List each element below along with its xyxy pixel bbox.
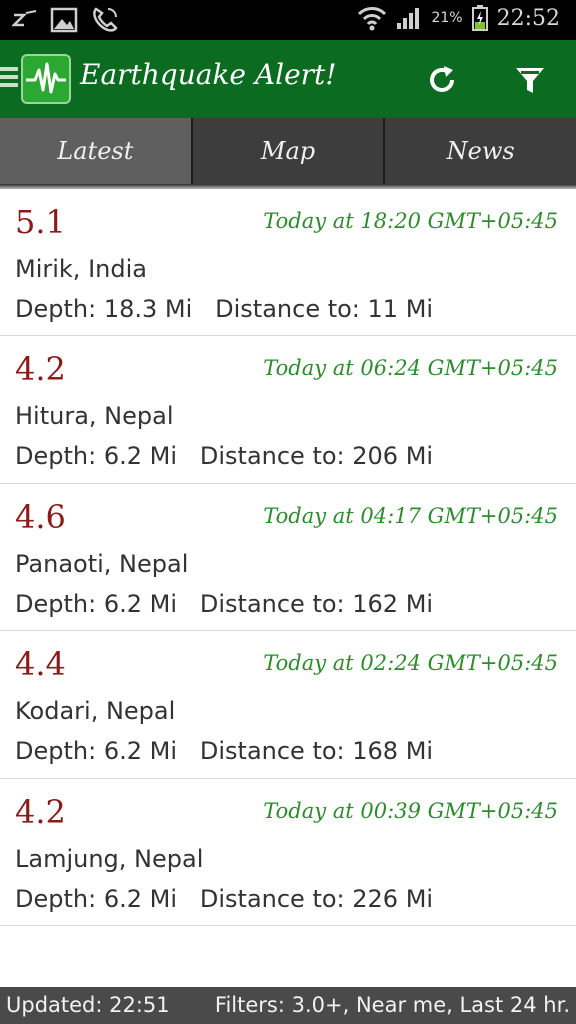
status-footer: Updated: 22:51 Filters: 3.0+, Near me, L… (0, 987, 576, 1024)
list-item[interactable]: 4.2 Today at 00:39 GMT+05:45 Lamjung, Ne… (0, 779, 576, 926)
tab-map[interactable]: Map (193, 118, 386, 184)
filter-icon[interactable] (512, 62, 548, 98)
clock: 22:52 (496, 5, 560, 31)
list-item[interactable]: 4.6 Today at 04:17 GMT+05:45 Panaoti, Ne… (0, 484, 576, 632)
location: Panaoti, Nepal (15, 549, 189, 578)
menu-icon[interactable] (0, 67, 18, 91)
magnitude: 4.2 (15, 792, 66, 831)
earthquake-list: 5.1 Today at 18:20 GMT+05:45 Mirik, Indi… (0, 189, 576, 926)
depth-distance: Depth: 6.2 Mi Distance to: 168 Mi (15, 737, 434, 766)
event-time: Today at 02:24 GMT+05:45 (263, 651, 558, 676)
depth-distance: Depth: 6.2 Mi Distance to: 226 Mi (15, 884, 434, 913)
active-filters: Filters: 3.0+, Near me, Last 24 hr. (214, 993, 570, 1017)
battery-percent: 21% (431, 10, 463, 26)
magnitude: 4.2 (15, 350, 66, 389)
magnitude: 4.4 (15, 645, 66, 684)
location: Hitura, Nepal (15, 402, 174, 431)
battery-charging-icon (471, 5, 488, 31)
event-time: Today at 18:20 GMT+05:45 (263, 209, 558, 233)
signal-icon (397, 8, 420, 29)
tab-latest[interactable]: Latest (0, 118, 193, 184)
location: Mirik, India (15, 255, 147, 283)
wifi-icon (358, 7, 387, 31)
call-icon (93, 7, 118, 32)
gallery-icon (50, 7, 78, 33)
updated-time: Updated: 22:51 (6, 993, 170, 1017)
missed-call-icon (12, 10, 37, 27)
location: Kodari, Nepal (15, 697, 176, 726)
app-title: Earthquake Alert! (80, 58, 337, 91)
system-status: 21% 22:52 (357, 4, 560, 32)
list-item[interactable]: 4.4 Today at 02:24 GMT+05:45 Kodari, Nep… (0, 631, 576, 779)
event-time: Today at 04:17 GMT+05:45 (263, 503, 558, 528)
magnitude: 4.6 (15, 497, 66, 536)
tab-bar: Latest Map News (0, 118, 576, 184)
depth-distance: Depth: 18.3 Mi Distance to: 11 Mi (15, 295, 434, 323)
status-bar: 21% 22:52 (0, 0, 576, 40)
notification-icons (12, 6, 120, 34)
depth-distance: Depth: 6.2 Mi Distance to: 206 Mi (15, 442, 434, 471)
app-logo-icon[interactable] (21, 54, 71, 104)
magnitude: 5.1 (15, 203, 66, 241)
tab-news[interactable]: News (385, 118, 576, 184)
list-item[interactable]: 5.1 Today at 18:20 GMT+05:45 Mirik, Indi… (0, 189, 576, 337)
location: Lamjung, Nepal (15, 844, 204, 873)
refresh-icon[interactable] (424, 62, 460, 98)
depth-distance: Depth: 6.2 Mi Distance to: 162 Mi (15, 589, 434, 618)
app-bar: Earthquake Alert! (0, 40, 576, 118)
list-item[interactable]: 4.2 Today at 06:24 GMT+05:45 Hitura, Nep… (0, 336, 576, 484)
event-time: Today at 00:39 GMT+05:45 (263, 798, 558, 823)
event-time: Today at 06:24 GMT+05:45 (263, 356, 558, 381)
